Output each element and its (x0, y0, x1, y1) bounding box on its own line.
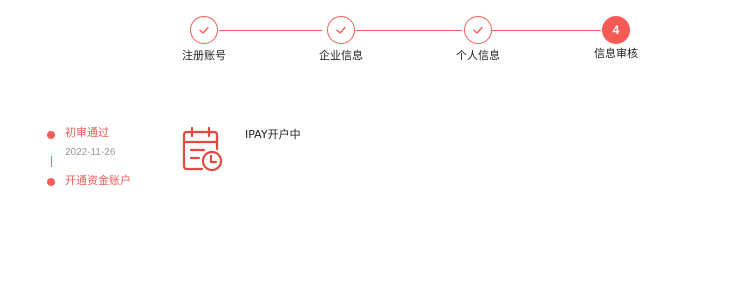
timeline-dot (47, 131, 55, 139)
check-icon (473, 26, 483, 34)
status-text: IPAY开户中 (245, 128, 301, 141)
check-icon (336, 26, 346, 34)
step-1-label: 注册账号 (182, 49, 226, 62)
timeline-item-date: 2022-11-26 (65, 147, 116, 158)
timeline-connector (50, 156, 52, 167)
step-2-label: 企业信息 (319, 49, 363, 62)
progress-stepper: 注册账号 企业信息 个人信息 4 信息审核 (0, 0, 742, 70)
check-icon (199, 26, 209, 34)
step-connector (492, 30, 601, 31)
step-2-circle (327, 16, 355, 44)
timeline-item-title: 开通资金账户 (65, 174, 131, 187)
step-4-number: 4 (612, 23, 620, 37)
review-timeline: 初审通过 2022-11-26 开通资金账户 (44, 124, 184, 204)
step-3-circle (464, 16, 492, 44)
step-1-circle (190, 16, 218, 44)
step-connector (356, 30, 462, 31)
timeline-dot (47, 178, 55, 186)
calendar-clock-icon (182, 126, 223, 172)
step-3-label: 个人信息 (456, 49, 500, 62)
step-4-label: 信息审核 (594, 47, 638, 60)
step-connector (219, 30, 322, 31)
step-4-circle: 4 (602, 16, 630, 44)
account-review-page: 注册账号 企业信息 个人信息 4 信息审核 初审通过 2022-11-26 开通… (0, 0, 742, 281)
timeline-item-title: 初审通过 (65, 126, 109, 139)
